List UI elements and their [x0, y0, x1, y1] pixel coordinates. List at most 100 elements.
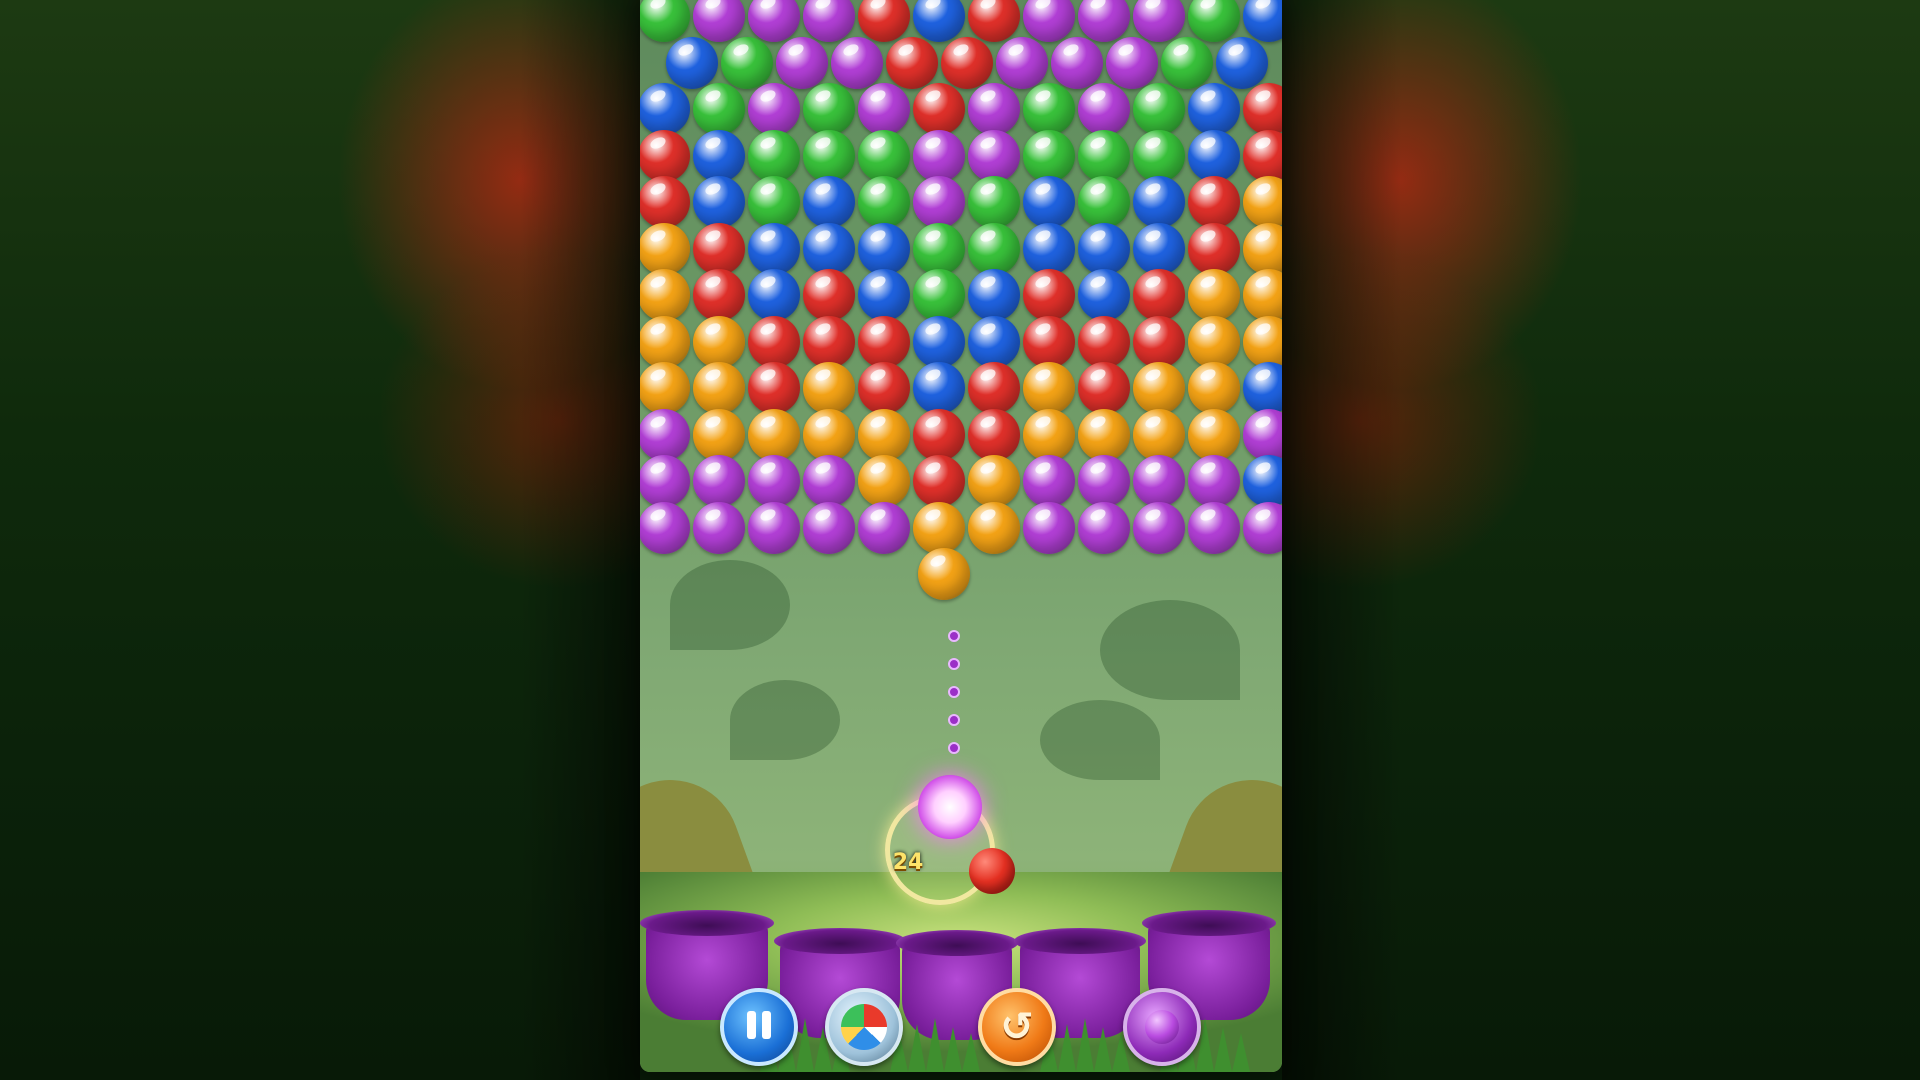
green-bubble: [858, 176, 910, 228]
yellow-bubble: [968, 501, 1020, 554]
yellow-bubble: [693, 315, 745, 368]
blue-bubble: [1023, 222, 1075, 275]
yellow-bubble: [640, 315, 690, 368]
red-bubble: [968, 362, 1020, 414]
blue-bubble: [1078, 269, 1130, 321]
aim-dot: [948, 714, 960, 726]
yellow-bubble: [968, 455, 1020, 507]
purple-bubble: [1243, 501, 1282, 554]
beach-ball-icon: [841, 1004, 887, 1050]
red-bubble: [1078, 315, 1130, 368]
red-bubble: [1243, 129, 1282, 182]
pause-button[interactable]: [720, 988, 798, 1066]
right-shade: [1282, 0, 1402, 1080]
red-bubble: [1078, 362, 1130, 414]
purple-bubble: [693, 455, 745, 507]
yellow-bubble: [1243, 222, 1282, 275]
game-board[interactable]: 24 ↺: [640, 0, 1282, 1072]
jungle-leaf: [1040, 700, 1160, 780]
game-screen: 24 ↺: [0, 0, 1920, 1080]
blue-bubble: [640, 83, 690, 135]
red-bubble: [858, 0, 910, 42]
red-bubble: [968, 0, 1020, 42]
jungle-leaf: [1100, 600, 1240, 700]
yellow-bubble: [640, 269, 690, 321]
jungle-leaf: [730, 680, 840, 760]
blue-bubble: [968, 315, 1020, 368]
green-bubble: [693, 83, 745, 135]
purple-bubble: [640, 455, 690, 507]
red-bubble: [1023, 269, 1075, 321]
red-bubble: [913, 455, 965, 507]
aim-dot: [948, 630, 960, 642]
blue-bubble: [1188, 129, 1240, 182]
purple-bubble: [968, 83, 1020, 135]
yellow-bubble: [1243, 315, 1282, 368]
yellow-bubble: [640, 222, 690, 275]
purple-bubble: [803, 0, 855, 42]
beach-ball-booster-button[interactable]: [825, 988, 903, 1066]
yellow-bubble: [913, 501, 965, 554]
yellow-bubble: [858, 408, 910, 461]
blue-bubble: [1188, 83, 1240, 135]
green-bubble: [803, 129, 855, 182]
purple-bubble: [1105, 36, 1158, 89]
yellow-bubble: [1078, 408, 1130, 461]
purple-bubble: [858, 83, 910, 135]
purple-bubble: [693, 0, 745, 42]
red-bubble: [1188, 176, 1240, 228]
green-bubble: [968, 222, 1020, 275]
purple-bubble: [1133, 501, 1185, 554]
red-bubble: [748, 362, 800, 414]
aim-dot: [948, 742, 960, 754]
purple-bubble: [693, 501, 745, 554]
blue-bubble: [1243, 362, 1282, 414]
blue-bubble: [1243, 455, 1282, 507]
red-bubble: [1243, 83, 1282, 135]
blue-bubble: [1023, 176, 1075, 228]
purple-bubble: [748, 83, 800, 135]
current-bubble[interactable]: [918, 775, 982, 839]
yellow-bubble: [1243, 269, 1282, 321]
purple-bubble: [995, 36, 1048, 89]
blue-bubble: [913, 0, 965, 42]
green-bubble: [640, 0, 690, 42]
purple-bubble: [858, 501, 910, 554]
red-bubble: [968, 408, 1020, 461]
purple-bubble: [913, 176, 965, 228]
purple-bubble: [640, 501, 690, 554]
blue-bubble: [693, 129, 745, 182]
blue-bubble: [748, 222, 800, 275]
next-bubble[interactable]: [969, 848, 1015, 894]
red-bubble: [748, 315, 800, 368]
purple-bubble: [1078, 0, 1130, 42]
swap-bubble-button[interactable]: ↺: [978, 988, 1056, 1066]
blue-bubble: [858, 222, 910, 275]
bomb-booster-button[interactable]: [1123, 988, 1201, 1066]
green-bubble: [1078, 176, 1130, 228]
red-bubble: [913, 83, 965, 135]
blue-bubble: [803, 176, 855, 228]
purple-bubble: [1133, 455, 1185, 507]
blue-bubble: [1133, 176, 1185, 228]
green-bubble: [1133, 83, 1185, 135]
shots-remaining-counter: 24: [892, 850, 924, 875]
blue-bubble: [913, 315, 965, 368]
purple-bubble: [1078, 83, 1130, 135]
blue-bubble: [665, 36, 718, 89]
blue-bubble: [858, 269, 910, 321]
purple-bubble: [1023, 501, 1075, 554]
yellow-bubble: [640, 362, 690, 414]
green-bubble: [1023, 83, 1075, 135]
red-bubble: [640, 129, 690, 182]
yellow-bubble: [748, 408, 800, 461]
bubble-grid[interactable]: [640, 0, 1282, 600]
purple-bubble: [748, 455, 800, 507]
red-bubble: [885, 36, 938, 89]
green-bubble: [803, 83, 855, 135]
purple-bubble: [1023, 0, 1075, 42]
red-bubble: [1133, 269, 1185, 321]
purple-bubble: [748, 0, 800, 42]
blue-bubble: [748, 269, 800, 321]
aim-dot: [948, 658, 960, 670]
